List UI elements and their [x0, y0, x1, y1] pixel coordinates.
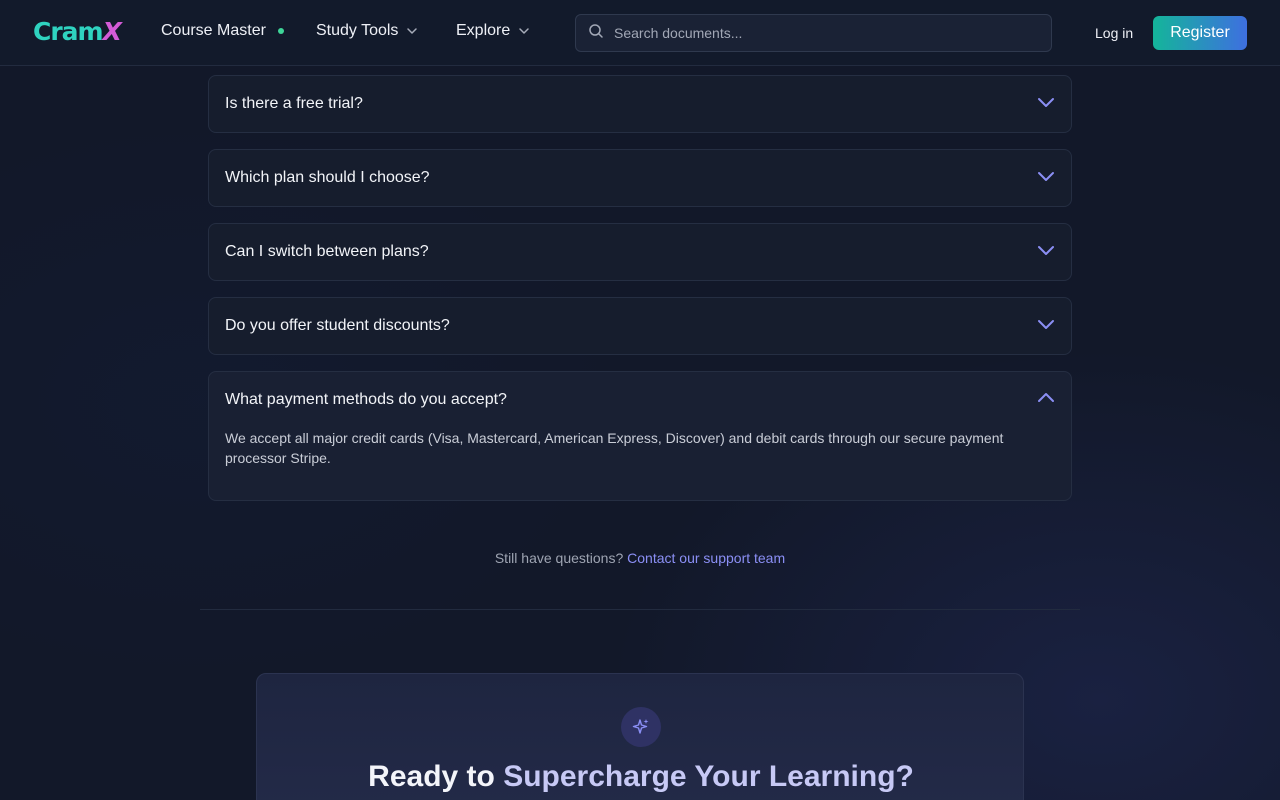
cta-card: Ready to Supercharge Your Learning?: [256, 673, 1024, 800]
faq-item: Is there a free trial?: [208, 75, 1072, 133]
faq-item-expanded: What payment methods do you accept? We a…: [208, 371, 1072, 501]
support-prompt-text: Still have questions?: [494, 550, 624, 566]
top-nav-bar: Cram X Course Master Study Tools Explore …: [0, 0, 1280, 66]
faq-question: Is there a free trial?: [225, 95, 363, 112]
contact-support-link[interactable]: Contact our support team: [627, 550, 785, 566]
faq-question: Which plan should I choose?: [225, 169, 430, 186]
status-dot-icon: [277, 28, 284, 34]
chevron-down-icon: [1037, 93, 1055, 116]
cramx-logo[interactable]: Cram X: [33, 17, 122, 46]
chevron-down-icon: [406, 25, 418, 37]
section-divider: [200, 609, 1080, 610]
faq-answer: We accept all major credit cards (Visa, …: [225, 430, 1004, 466]
register-button[interactable]: Register: [1153, 16, 1247, 50]
cta-title-highlight: Supercharge Your Learning?: [503, 760, 914, 793]
faq-question: Do you offer student discounts?: [225, 317, 450, 334]
nav-explore-label: Explore: [456, 22, 511, 39]
search-bar: [575, 14, 1052, 52]
nav-explore[interactable]: Explore: [456, 22, 530, 40]
nav-course-master-label: Course Master: [161, 22, 266, 39]
faq-toggle[interactable]: What payment methods do you accept?: [209, 372, 1071, 428]
login-button[interactable]: Log in: [1095, 25, 1133, 41]
faq-item: Which plan should I choose?: [208, 149, 1072, 207]
support-prompt: Still have questions? Contact our suppor…: [0, 550, 1280, 566]
sparkles-icon: [621, 707, 661, 747]
nav-course-master[interactable]: Course Master: [161, 22, 284, 40]
faq-question: What payment methods do you accept?: [225, 391, 507, 408]
chevron-down-icon: [518, 25, 530, 37]
nav-study-tools-label: Study Tools: [316, 22, 399, 39]
faq-question: Can I switch between plans?: [225, 243, 429, 260]
search-input[interactable]: [614, 25, 1034, 41]
chevron-up-icon: [1037, 389, 1055, 412]
chevron-down-icon: [1037, 315, 1055, 338]
faq-toggle[interactable]: Can I switch between plans?: [209, 224, 1071, 280]
cta-title-part1: Ready to: [368, 760, 495, 793]
chevron-down-icon: [1037, 167, 1055, 190]
faq-toggle[interactable]: Do you offer student discounts?: [209, 298, 1071, 354]
nav-study-tools[interactable]: Study Tools: [316, 22, 418, 40]
cta-title: Ready to Supercharge Your Learning?: [257, 760, 1025, 794]
faq-item: Do you offer student discounts?: [208, 297, 1072, 355]
faq-toggle[interactable]: Is there a free trial?: [209, 76, 1071, 132]
faq-toggle[interactable]: Which plan should I choose?: [209, 150, 1071, 206]
search-icon: [588, 23, 604, 44]
chevron-down-icon: [1037, 241, 1055, 264]
faq-item: Can I switch between plans?: [208, 223, 1072, 281]
